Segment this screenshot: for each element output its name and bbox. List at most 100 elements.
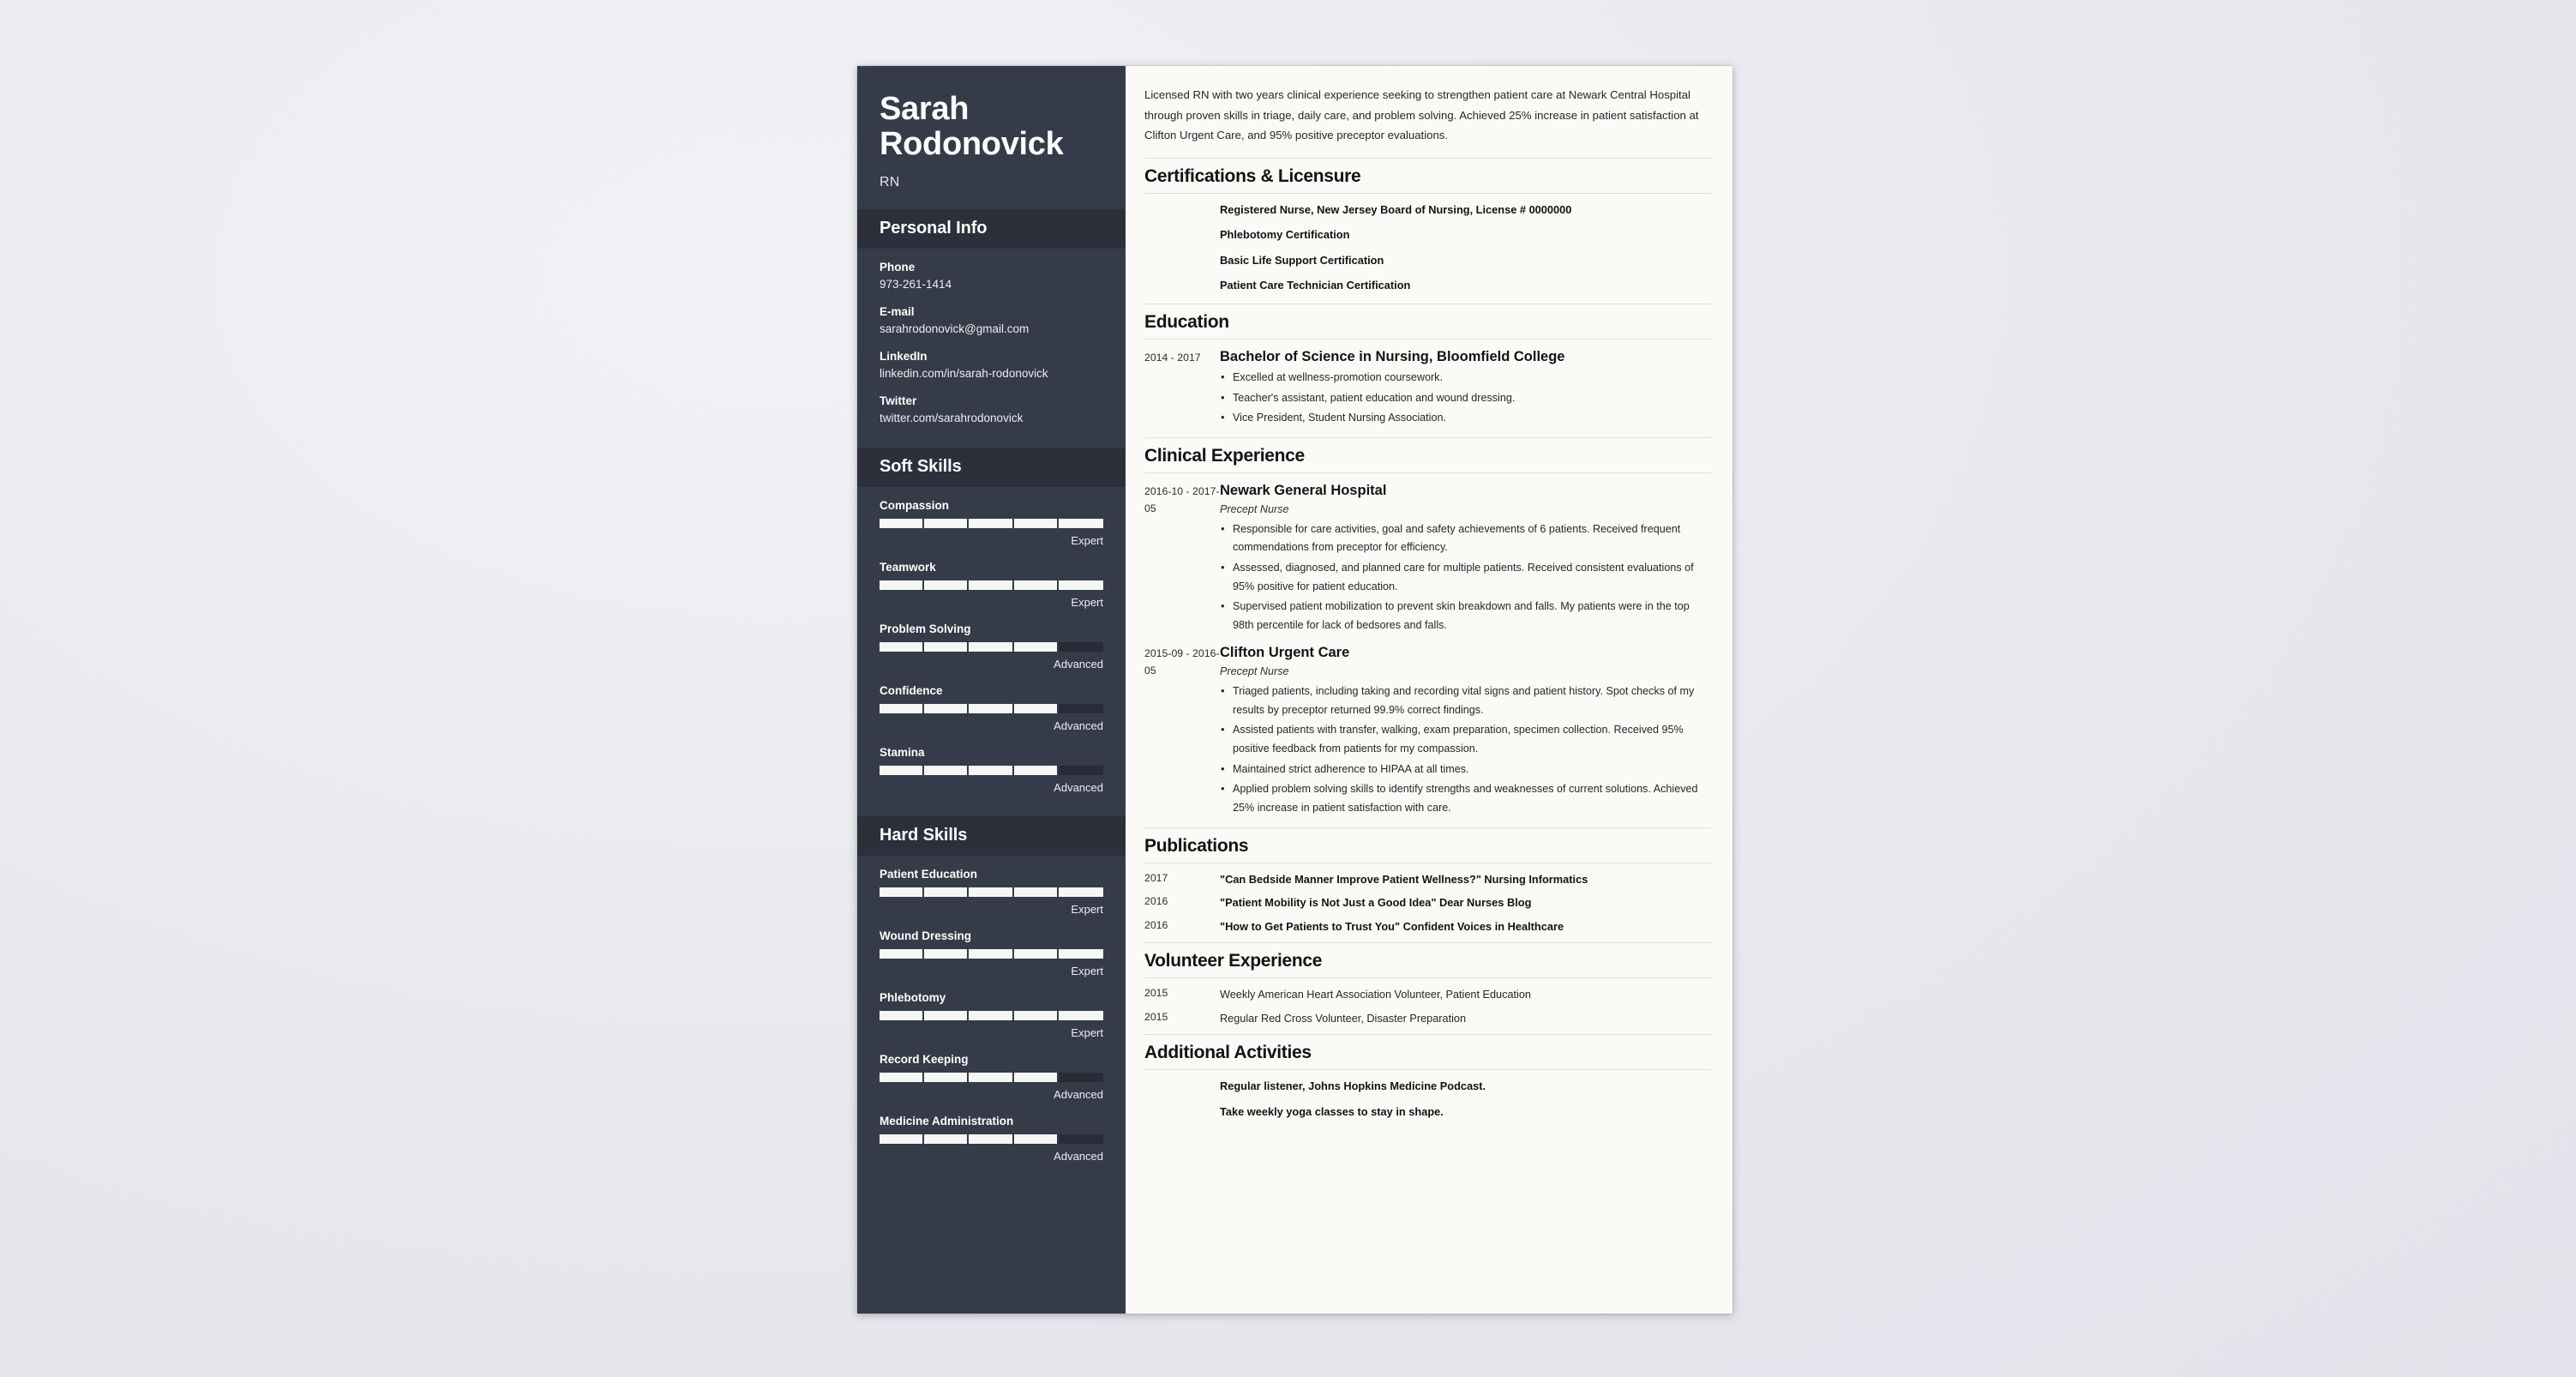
resume-main-column: Licensed RN with two years clinical expe…	[1126, 66, 1732, 1314]
skill-level-label: Advanced	[1054, 1088, 1103, 1102]
skill-level-label: Advanced	[1054, 781, 1103, 795]
volunteer-row: 2015 Regular Red Cross Volunteer, Disast…	[1144, 1011, 1712, 1026]
contact-label: E-mail	[880, 305, 915, 319]
contact-value[interactable]: sarahrodonovick@gmail.com	[880, 322, 1103, 335]
experience-job-title: Precept Nurse	[1220, 502, 1289, 515]
publications-list: 2017 "Can Bedside Manner Improve Patient…	[1144, 872, 1712, 935]
skill-level-bar	[880, 1134, 1103, 1145]
experience-date: 2016-10 - 2017-05	[1144, 485, 1220, 514]
skill-item: Compassion Expert	[880, 499, 1103, 547]
skill-level-bar	[880, 766, 1103, 776]
skill-level-bar	[880, 704, 1103, 714]
bullet-item: Maintained strict adherence to HIPAA at …	[1220, 760, 1712, 779]
volunteer-row: 2015 Weekly American Heart Association V…	[1144, 987, 1712, 1002]
contact-label: Phone	[880, 261, 916, 274]
skill-bar-segments	[880, 887, 1103, 898]
skill-level-bar	[880, 949, 1103, 959]
bullet-item: Assisted patients with transfer, walking…	[1220, 720, 1712, 758]
soft-skills-list: Compassion Expert Teamwork Expert Proble…	[857, 487, 1126, 816]
volunteer-text: Weekly American Heart Association Volunt…	[1220, 989, 1531, 1001]
certification-row: Patient Care Technician Certification	[1144, 278, 1712, 294]
sidebar-heading-hard-skills: Hard Skills	[857, 816, 1126, 857]
skill-bar-segments	[880, 642, 1103, 652]
section-title: Additional Activities	[1144, 1033, 1712, 1070]
skill-level-label: Advanced	[1054, 658, 1103, 671]
resume-sidebar: Sarah Rodonovick RN Personal Info Phone …	[857, 66, 1126, 1314]
candidate-header: Sarah Rodonovick RN	[857, 66, 1126, 209]
experience-entry: 2015-09 - 2016-05 Clifton Urgent Care Pr…	[1144, 644, 1712, 819]
publication-year: 2016	[1144, 918, 1168, 931]
publication-title: "Patient Mobility is Not Just a Good Ide…	[1220, 896, 1532, 910]
publication-title: "How to Get Patients to Trust You" Confi…	[1220, 919, 1564, 933]
skill-level-label: Expert	[1071, 965, 1103, 978]
experience-employer: Clifton Urgent Care	[1220, 645, 1350, 661]
section-title: Volunteer Experience	[1144, 942, 1712, 979]
bullet-item: Teacher's assistant, patient education a…	[1220, 388, 1712, 408]
skill-level-bar	[880, 1011, 1103, 1021]
skill-name: Confidence	[880, 684, 943, 698]
sidebar-heading-personal-info: Personal Info	[857, 209, 1126, 250]
bullet-item: Vice President, Student Nursing Associat…	[1220, 408, 1712, 428]
skill-item: Phlebotomy Expert	[880, 991, 1103, 1039]
contact-value[interactable]: twitter.com/sarahrodonovick	[880, 412, 1103, 424]
skill-bar-segments	[880, 949, 1103, 959]
contact-label: LinkedIn	[880, 350, 928, 364]
skill-level-bar	[880, 887, 1103, 898]
certification-row: Phlebotomy Certification	[1144, 227, 1712, 244]
section-volunteer-experience: Volunteer Experience 2015 Weekly America…	[1144, 942, 1712, 1026]
skill-bar-segments	[880, 519, 1103, 529]
contact-label: Twitter	[880, 394, 917, 408]
contact-item-linkedin: LinkedIn linkedin.com/in/sarah-rodonovic…	[880, 350, 1103, 380]
experience-job-title: Precept Nurse	[1220, 664, 1289, 677]
experience-date: 2015-09 - 2016-05	[1144, 647, 1220, 677]
section-title: Clinical Experience	[1144, 437, 1712, 474]
section-title: Publications	[1144, 827, 1712, 863]
activity-text: Regular listener, Johns Hopkins Medicine…	[1220, 1079, 1486, 1092]
publication-title: "Can Bedside Manner Improve Patient Well…	[1220, 872, 1588, 886]
skill-level-label: Expert	[1071, 596, 1103, 610]
publication-row: 2016 "Patient Mobility is Not Just a Goo…	[1144, 895, 1712, 911]
volunteer-text: Regular Red Cross Volunteer, Disaster Pr…	[1220, 1012, 1467, 1025]
certification-text: Patient Care Technician Certification	[1220, 279, 1411, 292]
skill-item: Stamina Advanced	[880, 746, 1103, 794]
volunteer-year: 2015	[1144, 987, 1168, 1000]
contact-item-email: E-mail sarahrodonovick@gmail.com	[880, 305, 1103, 335]
candidate-name: Sarah Rodonovick	[880, 91, 1064, 162]
activity-text: Take weekly yoga classes to stay in shap…	[1220, 1104, 1444, 1118]
certification-row: Registered Nurse, New Jersey Board of Nu…	[1144, 202, 1712, 219]
skill-level-bar	[880, 1073, 1103, 1083]
section-certifications: Certifications & Licensure Registered Nu…	[1144, 157, 1712, 294]
personal-info-list: Phone 973-261-1414 E-mail sarahrodonovic…	[857, 249, 1126, 448]
publication-row: 2016 "How to Get Patients to Trust You" …	[1144, 919, 1712, 935]
activity-row: Take weekly yoga classes to stay in shap…	[1144, 1104, 1712, 1121]
skill-level-label: Expert	[1071, 534, 1103, 548]
skill-level-label: Advanced	[1054, 1150, 1103, 1164]
skill-item: Problem Solving Advanced	[880, 622, 1103, 670]
skill-name: Patient Education	[880, 868, 978, 881]
publication-row: 2017 "Can Bedside Manner Improve Patient…	[1144, 872, 1712, 888]
certifications-list: Registered Nurse, New Jersey Board of Nu…	[1144, 202, 1712, 294]
publication-year: 2016	[1144, 895, 1168, 908]
skill-name: Problem Solving	[880, 622, 971, 636]
skill-bar-segments	[880, 704, 1103, 714]
professional-summary: Licensed RN with two years clinical expe…	[1144, 88, 1699, 141]
certification-text: Registered Nurse, New Jersey Board of Nu…	[1220, 202, 1572, 216]
candidate-title: RN	[880, 175, 900, 190]
skill-item: Medicine Administration Advanced	[880, 1115, 1103, 1163]
skill-name: Record Keeping	[880, 1053, 969, 1067]
contact-value[interactable]: linkedin.com/in/sarah-rodonovick	[880, 367, 1103, 380]
volunteer-list: 2015 Weekly American Heart Association V…	[1144, 987, 1712, 1026]
skill-name: Wound Dressing	[880, 929, 972, 943]
contact-item-phone: Phone 973-261-1414	[880, 261, 1103, 291]
skill-name: Stamina	[880, 746, 925, 760]
activity-row: Regular listener, Johns Hopkins Medicine…	[1144, 1079, 1712, 1095]
contact-value[interactable]: 973-261-1414	[880, 278, 1103, 291]
education-degree: Bachelor of Science in Nursing, Bloomfie…	[1220, 348, 1565, 364]
resume-page: Sarah Rodonovick RN Personal Info Phone …	[857, 66, 1732, 1314]
section-additional-activities: Additional Activities Regular listener, …	[1144, 1033, 1712, 1121]
skill-name: Compassion	[880, 499, 950, 513]
volunteer-year: 2015	[1144, 1010, 1168, 1023]
bullet-item: Assessed, diagnosed, and planned care fo…	[1220, 558, 1712, 596]
certification-text: Phlebotomy Certification	[1220, 228, 1350, 242]
skill-level-label: Expert	[1071, 903, 1103, 917]
